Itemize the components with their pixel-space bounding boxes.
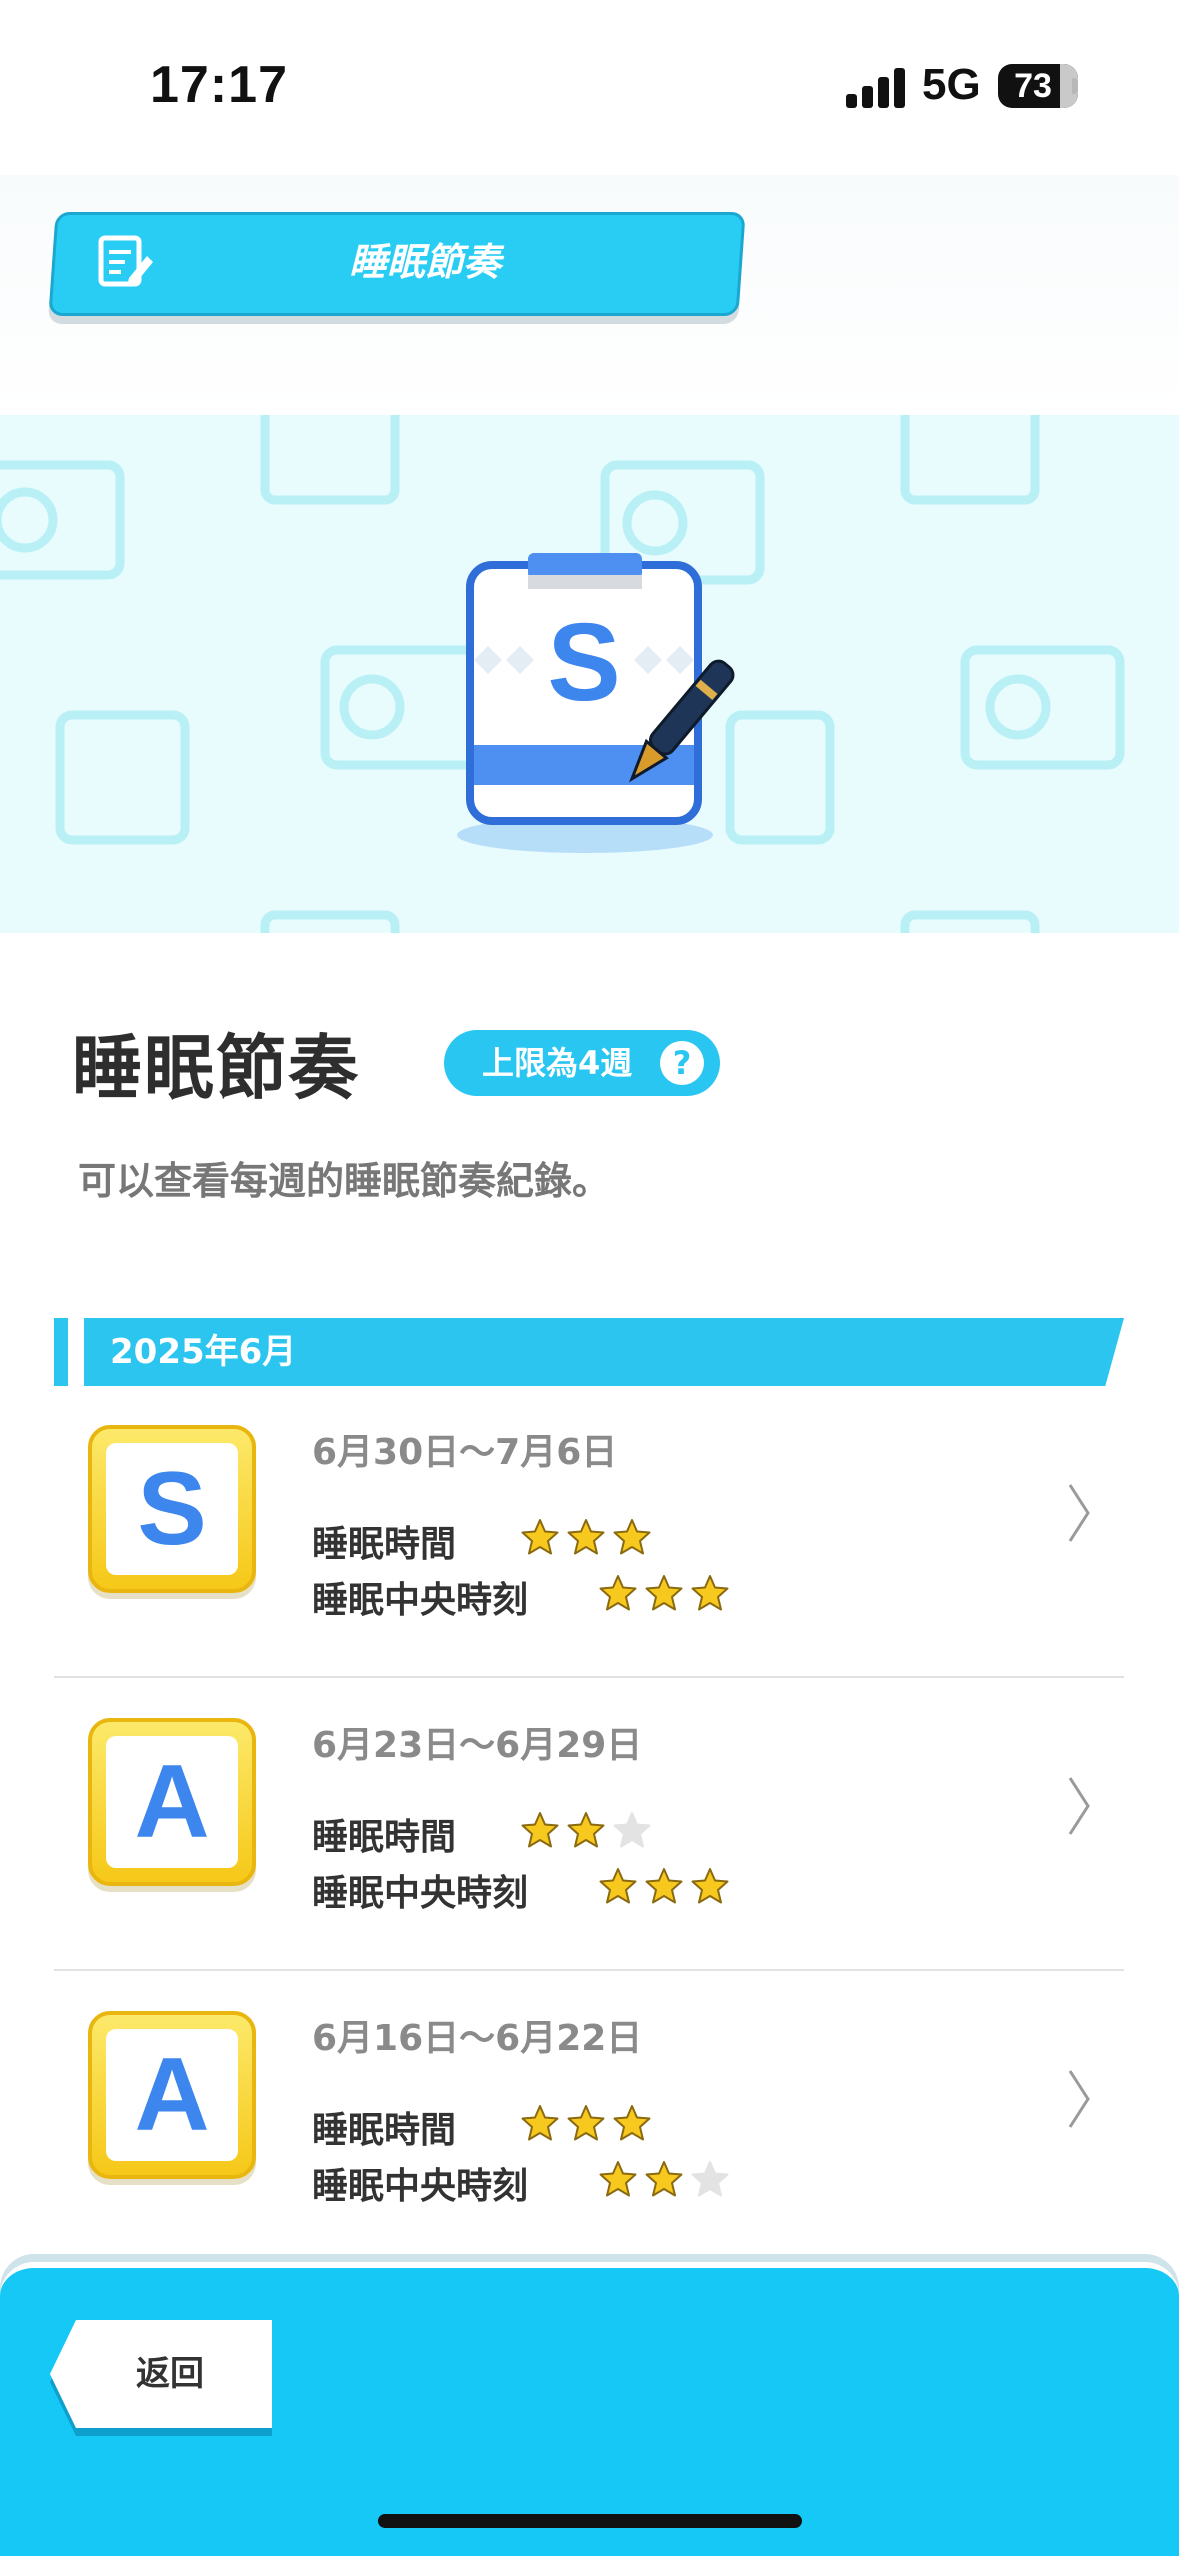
home-indicator — [378, 2514, 802, 2528]
description: 可以查看每週的睡眠節奏紀錄。 — [78, 1159, 611, 1203]
star-filled-icon — [567, 1519, 605, 1555]
mid-sleep-stars — [598, 1573, 730, 1613]
sleep-time-label: 睡眠時間 — [312, 2110, 457, 2151]
grade-letter: A — [106, 2029, 238, 2161]
help-icon[interactable]: ? — [660, 1041, 704, 1085]
hero-banner: S — [0, 415, 1179, 933]
grade-badge: S — [88, 1425, 256, 1593]
battery-nub — [1072, 78, 1078, 94]
mid-sleep-label: 睡眠中央時刻 — [312, 1873, 529, 1914]
star-filled-icon — [599, 1575, 637, 1611]
week-range: 6月30日〜7月6日 — [312, 1432, 618, 1473]
back-button-label[interactable]: 返回 — [80, 2320, 260, 2428]
week-row[interactable]: A 6月23日〜6月29日 睡眠時間 睡眠中央時刻 — [54, 1678, 1124, 1971]
star-empty-icon — [613, 1812, 651, 1848]
page-title: 睡眠節奏 — [72, 1027, 360, 1109]
star-filled-icon — [567, 1812, 605, 1848]
star-filled-icon — [521, 1812, 559, 1848]
battery-level: 73 — [1014, 67, 1052, 105]
grade-letter: A — [106, 1736, 238, 1868]
star-filled-icon — [521, 2105, 559, 2141]
week-row[interactable]: A 6月16日〜6月22日 睡眠時間 睡眠中央時刻 — [54, 1971, 1124, 2264]
chevron-right-icon — [1068, 2070, 1090, 2128]
grade-badge: A — [88, 2011, 256, 2179]
star-filled-icon — [691, 1575, 729, 1611]
network-type: 5G — [922, 60, 981, 109]
star-empty-icon — [691, 2161, 729, 2197]
week-range: 6月23日〜6月29日 — [312, 1725, 643, 1766]
star-filled-icon — [645, 1575, 683, 1611]
signal-icon — [846, 66, 906, 108]
hero-grade-letter: S — [547, 601, 620, 724]
limit-badge-text: 上限為4週 — [482, 1044, 633, 1082]
chevron-right-icon — [1068, 1777, 1090, 1835]
notepad-pencil-icon — [98, 235, 153, 287]
mid-sleep-label: 睡眠中央時刻 — [312, 2166, 529, 2207]
month-accent-bar — [54, 1318, 68, 1386]
star-filled-icon — [645, 1868, 683, 1904]
chevron-right-icon — [1068, 1484, 1090, 1542]
status-bar: 17:17 5G 73 — [0, 0, 1179, 175]
sleep-time-stars — [520, 1810, 652, 1850]
battery-icon: 73 — [998, 64, 1078, 108]
star-filled-icon — [613, 2105, 651, 2141]
sleep-time-stars — [520, 1517, 652, 1557]
grade-letter: S — [106, 1443, 238, 1575]
star-filled-icon — [613, 1519, 651, 1555]
week-range: 6月16日〜6月22日 — [312, 2018, 643, 2059]
grade-badge: A — [88, 1718, 256, 1886]
star-filled-icon — [599, 2161, 637, 2197]
star-filled-icon — [645, 2161, 683, 2197]
header-title: 睡眠節奏 — [348, 240, 501, 284]
week-row[interactable]: S 6月30日〜7月6日 睡眠時間 睡眠中央時刻 — [54, 1385, 1124, 1678]
star-filled-icon — [521, 1519, 559, 1555]
clipboard-pen-icon: S — [457, 553, 735, 853]
mid-sleep-stars — [598, 1866, 730, 1906]
sleep-time-stars — [520, 2103, 652, 2143]
mid-sleep-stars — [598, 2159, 730, 2199]
month-label: 2025年6月 — [110, 1332, 297, 1372]
mid-sleep-label: 睡眠中央時刻 — [312, 1580, 529, 1621]
star-filled-icon — [599, 1868, 637, 1904]
sleep-time-label: 睡眠時間 — [312, 1817, 457, 1858]
status-time: 17:17 — [150, 56, 288, 114]
sleep-time-label: 睡眠時間 — [312, 1524, 457, 1565]
star-filled-icon — [691, 1868, 729, 1904]
star-filled-icon — [567, 2105, 605, 2141]
